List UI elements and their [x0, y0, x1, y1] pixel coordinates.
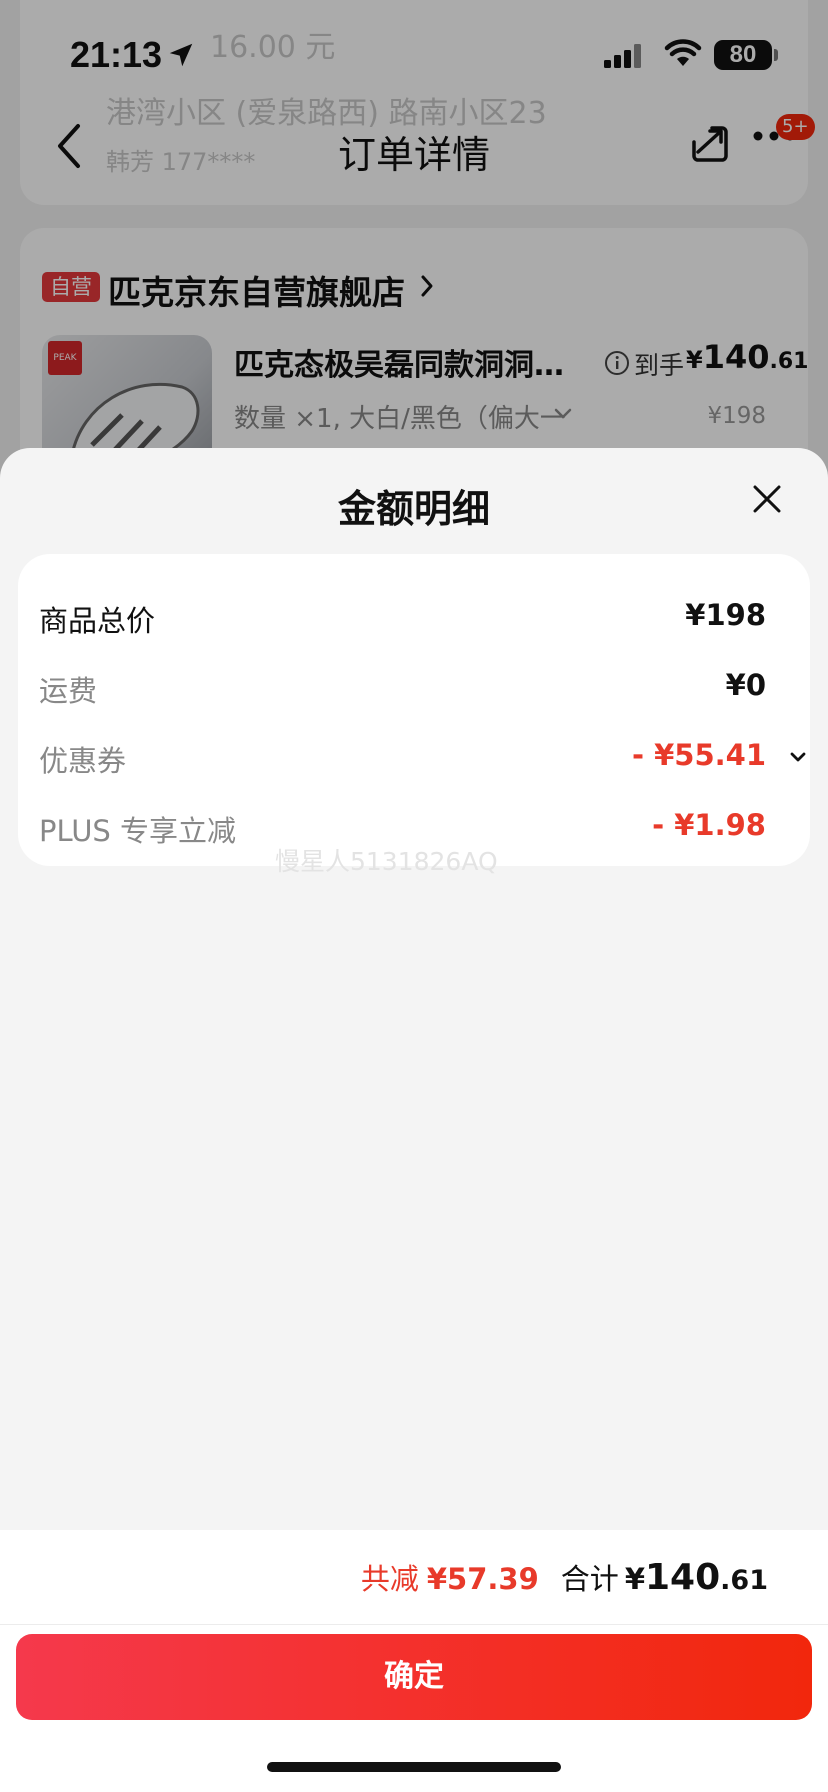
price-summary: 共减 ¥57.39 合计 ¥ 140 .61: [361, 1556, 768, 1598]
home-indicator[interactable]: [267, 1762, 561, 1772]
order-detail-screen: 16.00 元 港湾小区 (爱泉路西) 路南小区23 韩芳 177**** 21…: [0, 0, 828, 1792]
detail-row-shipping: 运费 ¥0: [18, 658, 810, 718]
detail-value: - ¥1.98: [652, 808, 766, 842]
saved-label: 共减: [360, 1562, 419, 1596]
background-order-page: 16.00 元 港湾小区 (爱泉路西) 路南小区23 韩芳 177**** 21…: [0, 0, 828, 548]
detail-value: - ¥55.41: [631, 738, 766, 772]
sheet-footer: 共减 ¥57.39 合计 ¥ 140 .61 确定: [0, 1530, 828, 1792]
detail-value: ¥0: [725, 668, 766, 702]
amount-detail-card: 商品总价 ¥198 运费 ¥0 优惠券 - ¥55.41 PLUS 专享立减 -…: [18, 554, 810, 866]
total-dec: .61: [720, 1565, 768, 1596]
watermark: 慢星人5131826AQ: [275, 847, 498, 876]
close-icon[interactable]: [752, 484, 782, 514]
chevron-down-icon[interactable]: [790, 752, 806, 764]
total-int: 140: [645, 1557, 721, 1598]
detail-row-subtotal: 商品总价 ¥198: [18, 588, 810, 648]
total-label: 合计: [560, 1562, 619, 1596]
detail-label: 运费: [39, 674, 98, 708]
sheet-title: 金额明细: [337, 487, 490, 531]
modal-backdrop[interactable]: [0, 0, 828, 520]
detail-row-coupon[interactable]: 优惠券 - ¥55.41: [18, 728, 810, 788]
confirm-button[interactable]: 确定: [16, 1634, 812, 1720]
detail-value: ¥198: [685, 598, 766, 632]
saved-value: ¥57.39: [426, 1562, 539, 1596]
total-currency: ¥: [624, 1562, 645, 1596]
detail-label: PLUS 专享立减: [39, 814, 237, 848]
detail-label: 优惠券: [39, 744, 127, 778]
detail-label: 商品总价: [39, 604, 156, 638]
divider: [0, 1624, 828, 1625]
